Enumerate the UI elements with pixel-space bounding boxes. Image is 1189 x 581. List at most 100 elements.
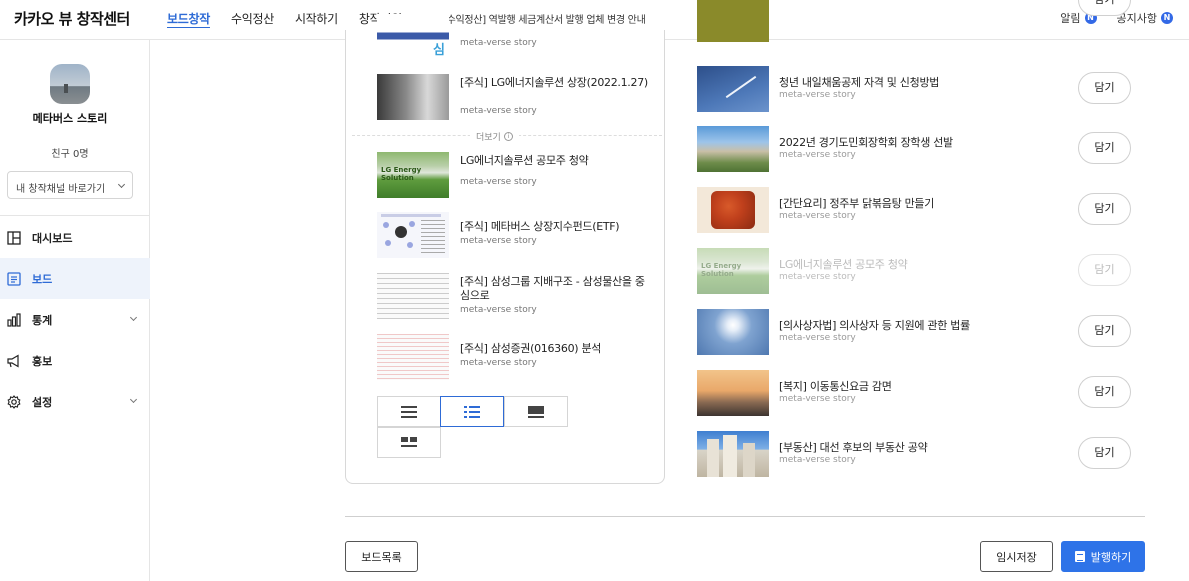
sidebar-item-label: 통계 — [32, 313, 53, 327]
add-to-board-button[interactable]: 담기 — [1078, 376, 1131, 408]
nav-revenue[interactable]: 수익정산 — [231, 10, 274, 27]
sidebar-item-stats[interactable]: 통계 — [0, 299, 150, 340]
sidebar-item-label: 설정 — [32, 395, 53, 409]
post-thumbnail: LG Energy Solution — [697, 248, 769, 294]
selected-post-item[interactable]: LG Energy Solution LG에너지솔루션 공모주 청약 meta-… — [377, 152, 647, 200]
post-source: meta-verse story — [779, 455, 856, 465]
add-to-board-button[interactable]: 담기 — [1078, 0, 1131, 16]
post-title: LG에너지솔루션 공모주 청약 — [779, 258, 908, 271]
post-thumbnail — [697, 126, 769, 172]
card-layout-button[interactable] — [504, 396, 568, 427]
list-layout-icon — [401, 405, 417, 418]
result-item[interactable]: LG Energy Solution LG에너지솔루션 공모주 청약 meta-… — [697, 248, 1147, 296]
post-thumbnail — [377, 273, 449, 319]
selected-post-item[interactable]: [주식] 메타버스 상장지수펀드(ETF) meta-verse story — [377, 212, 647, 260]
post-source: meta-verse story — [779, 90, 856, 100]
sidebar-item-label: 홍보 — [32, 354, 53, 368]
post-title: [간단요리] 정주부 닭볶음탕 만들기 — [779, 197, 935, 210]
chevron-down-icon — [129, 313, 138, 322]
board-icon — [7, 271, 21, 286]
channel-select-dropdown[interactable]: 내 창작채널 바로가기 — [7, 171, 133, 199]
chevron-down-icon — [117, 180, 126, 189]
post-source: meta-verse story — [460, 305, 537, 315]
result-item[interactable]: [부동산] 대선 후보의 부동산 공약 meta-verse story 담기 — [697, 431, 1147, 479]
sidebar-item-board[interactable]: 보드 — [0, 258, 150, 299]
post-source: meta-verse story — [779, 394, 856, 404]
temp-save-button[interactable]: 임시저장 — [980, 541, 1053, 572]
sidebar-item-label: 대시보드 — [32, 231, 73, 245]
result-item[interactable]: 담기 — [697, 0, 1147, 44]
result-item[interactable]: 2022년 경기도민회장학회 장학생 선발 meta-verse story 담… — [697, 126, 1147, 174]
publish-label: 발행하기 — [1090, 550, 1132, 564]
channel-select-label: 내 창작채널 바로가기 — [16, 184, 106, 195]
post-thumbnail — [697, 431, 769, 477]
add-to-board-button[interactable]: 담기 — [1078, 193, 1131, 225]
document-icon — [1074, 551, 1085, 562]
selected-post-item[interactable]: 심 meta-verse story — [377, 14, 647, 62]
grid-layout-button[interactable] — [377, 427, 441, 458]
brand-logo[interactable]: 카카오 뷰 창작센터 — [14, 8, 130, 29]
result-item[interactable]: [간단요리] 정주부 닭볶음탕 만들기 meta-verse story 담기 — [697, 187, 1147, 235]
post-source: meta-verse story — [460, 236, 537, 246]
post-source: meta-verse story — [779, 150, 856, 160]
divider — [345, 516, 1145, 517]
post-title: [복지] 이동통신요금 감면 — [779, 380, 892, 393]
post-source: meta-verse story — [460, 177, 537, 187]
info-icon: i — [503, 132, 513, 141]
result-item[interactable]: [의사상자법] 의사상자 등 지원에 관한 법률 meta-verse stor… — [697, 309, 1147, 357]
board-list-button[interactable]: 보드목록 — [345, 541, 418, 572]
sidebar-item-label: 보드 — [32, 272, 53, 286]
stats-icon — [7, 312, 21, 327]
post-source: meta-verse story — [779, 272, 856, 282]
card-layout-icon — [528, 405, 544, 418]
channel-name: 메타버스 스토리 — [32, 112, 108, 125]
selected-post-item[interactable]: [주식] 삼성그룹 지배구조 - 삼성물산을 중심으로 meta-verse s… — [377, 273, 647, 321]
post-title: [부동산] 대선 후보의 부동산 공약 — [779, 441, 928, 454]
channel-avatar[interactable] — [50, 64, 90, 104]
more-label: 더보기 — [476, 133, 501, 143]
publish-button[interactable]: 발행하기 — [1061, 541, 1145, 572]
post-thumbnail — [697, 0, 769, 42]
result-item[interactable]: [복지] 이동통신요금 감면 meta-verse story 담기 — [697, 370, 1147, 418]
add-to-board-button[interactable]: 담기 — [1078, 315, 1131, 347]
thumb-list-layout-icon — [464, 405, 480, 418]
nav-getting-started[interactable]: 시작하기 — [295, 10, 338, 27]
post-thumbnail — [377, 74, 449, 120]
sidebar: 메타버스 스토리 친구 0명 내 창작채널 바로가기 대시보드 보드 통계 홍보… — [0, 40, 150, 581]
post-title: [의사상자법] 의사상자 등 지원에 관한 법률 — [779, 319, 970, 332]
post-title: 2022년 경기도민회장학회 장학생 선발 — [779, 136, 953, 149]
add-to-board-button[interactable]: 담기 — [1078, 132, 1131, 164]
grid-layout-icon — [401, 436, 417, 447]
result-item[interactable]: 청년 내일채움공제 자격 및 신청방법 meta-verse story 담기 — [697, 66, 1147, 114]
dashboard-icon — [7, 230, 21, 245]
more-button[interactable]: 더보기 i — [470, 130, 519, 143]
post-source: meta-verse story — [460, 38, 537, 48]
sidebar-item-settings[interactable]: 설정 — [0, 381, 150, 422]
post-title: [주식] LG에너지솔루션 상장(2022.1.27) — [460, 76, 648, 89]
divider — [0, 215, 150, 216]
post-thumbnail — [377, 212, 449, 258]
post-title: 청년 내일채움공제 자격 및 신청방법 — [779, 76, 940, 89]
post-source: meta-verse story — [779, 333, 856, 343]
list-layout-button[interactable] — [377, 396, 441, 427]
post-source: meta-verse story — [460, 358, 537, 368]
sidebar-item-dashboard[interactable]: 대시보드 — [0, 217, 150, 258]
thumb-list-layout-button[interactable] — [440, 396, 504, 427]
post-source: meta-verse story — [779, 211, 856, 221]
post-thumbnail — [697, 66, 769, 112]
chevron-down-icon — [129, 395, 138, 404]
sidebar-item-promotion[interactable]: 홍보 — [0, 340, 150, 381]
selected-post-item[interactable]: [주식] LG에너지솔루션 상장(2022.1.27) meta-verse s… — [377, 74, 648, 122]
post-thumbnail — [697, 370, 769, 416]
add-to-board-button[interactable]: 담기 — [1078, 72, 1131, 104]
selected-post-item[interactable]: [주식] 삼성증권(016360) 분석 meta-verse story — [377, 334, 647, 382]
nav-board-create[interactable]: 보드창작 — [167, 10, 210, 27]
post-source: meta-verse story — [460, 106, 537, 116]
settings-icon — [7, 394, 21, 409]
post-thumbnail — [697, 187, 769, 233]
post-title: [주식] 메타버스 상장지수펀드(ETF) — [460, 220, 620, 233]
post-title: [주식] 삼성증권(016360) 분석 — [460, 342, 602, 355]
add-to-board-button[interactable]: 담기 — [1078, 254, 1131, 286]
add-to-board-button[interactable]: 담기 — [1078, 437, 1131, 469]
post-title: LG에너지솔루션 공모주 청약 — [460, 154, 589, 167]
